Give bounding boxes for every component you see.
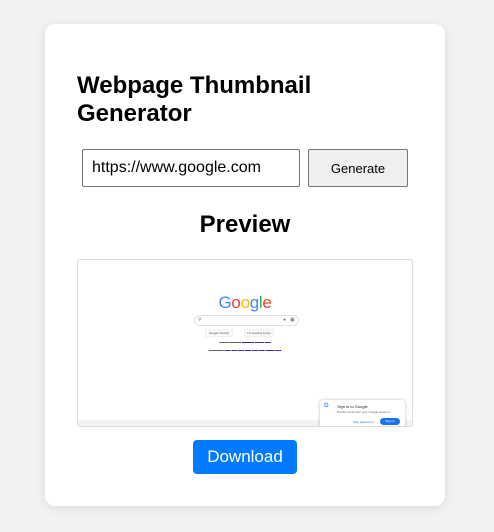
thumbnail-lucky-button: I'm Feeling Lucky	[244, 329, 274, 337]
download-button[interactable]: Download	[193, 440, 297, 474]
generate-button[interactable]: Generate	[308, 149, 408, 187]
signin-dismiss: Stay signed out	[353, 420, 374, 424]
google-logo: Google	[78, 294, 412, 312]
thumbnail-search-box: ⚲ ● ▣	[194, 315, 299, 326]
logo-letter: o	[231, 293, 241, 312]
camera-icon: ▣	[290, 317, 295, 323]
google-g-icon: G	[324, 403, 329, 409]
generator-card: Webpage Thumbnail Generator Generate Pre…	[45, 24, 445, 506]
page-title: Webpage Thumbnail Generator	[77, 72, 312, 127]
logo-letter: e	[262, 293, 272, 312]
preview-heading: Preview	[199, 211, 291, 238]
thumbnail-signin-popup: G Sign in to Google Get the most from yo…	[320, 400, 405, 426]
thumbnail-preview: Google ⚲ ● ▣ Google Search I'm Feeling L…	[77, 259, 413, 427]
signin-button: Sign in	[380, 418, 400, 425]
thumbnail-tiny-line-1: ▬▬▬ ▬▬▬▬ ▬▬▬▬ ▬▬▬ ▬▬	[219, 340, 271, 344]
thumbnail-tiny-line-2: ▬▬▬▬▬ ▬▬ ▬▬ ▬▬ ▬▬ ▬▬ ▬▬ ▬▬▬ ▬▬	[208, 348, 282, 352]
thumbnail-search-button: Google Search	[205, 329, 233, 337]
logo-letter: G	[218, 293, 232, 312]
logo-letter: g	[249, 293, 259, 312]
logo-letter: o	[240, 293, 250, 312]
microphone-icon: ●	[283, 317, 287, 323]
search-icon: ⚲	[198, 317, 202, 323]
google-homepage-thumbnail: Google ⚲ ● ▣ Google Search I'm Feeling L…	[78, 260, 412, 426]
signin-text: Get the most from your Google account	[337, 410, 390, 414]
signin-title: Sign in to Google	[337, 404, 368, 409]
url-input[interactable]	[82, 149, 300, 187]
